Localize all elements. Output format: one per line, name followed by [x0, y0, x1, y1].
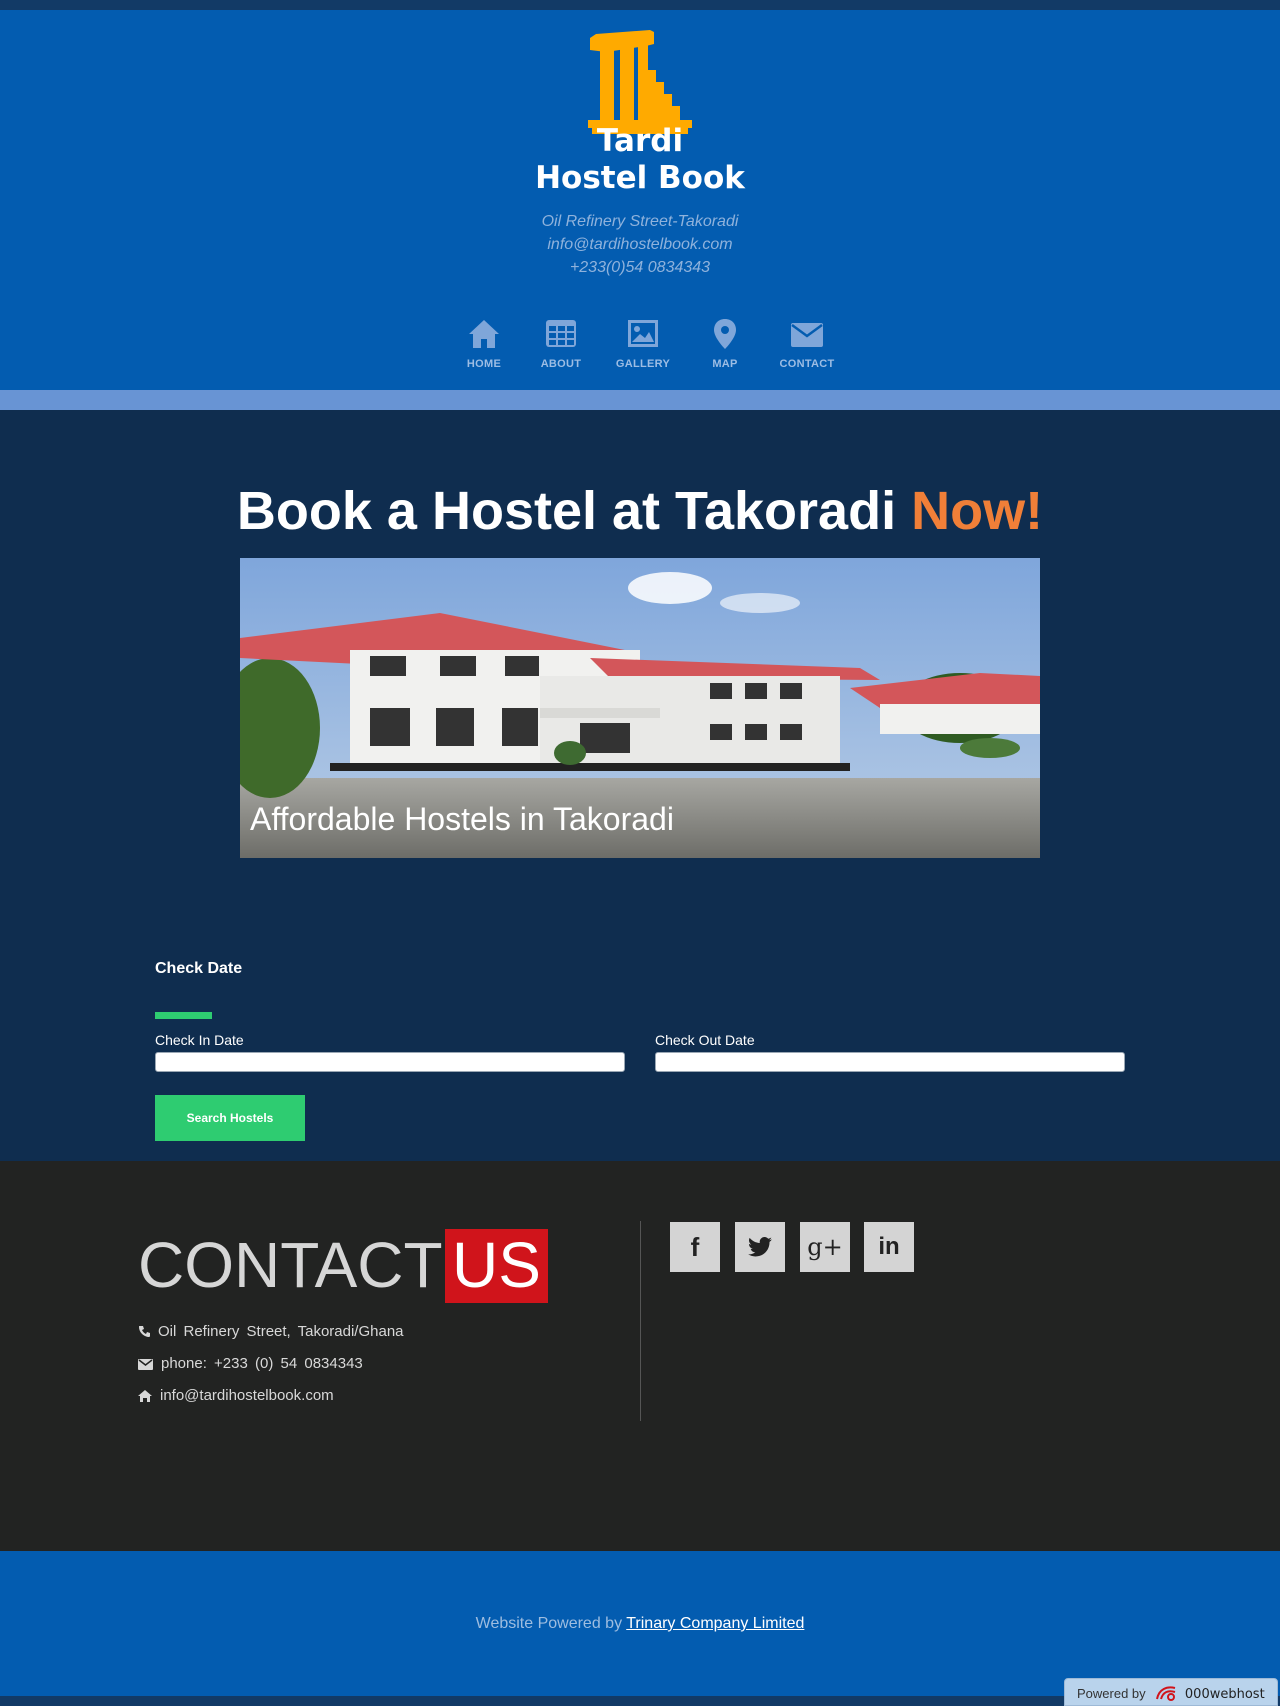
booking-title: Check Date	[155, 960, 243, 977]
badge-brand: 000webhost	[1184, 1687, 1265, 1702]
hero-headline-text: Book a Hostel at Takoradi	[236, 481, 897, 541]
nav-label: MAP	[712, 358, 738, 370]
webhost-logo-icon	[1156, 1686, 1176, 1701]
linkedin-button[interactable]: in	[864, 1222, 914, 1272]
nav-label: HOME	[466, 358, 502, 370]
contact-phone-row: phone: +233 (0) 54 0834343	[138, 1355, 363, 1372]
booking-form: Check Date Check In Date Check Out Date …	[155, 960, 1125, 1141]
nav-label: CONTACT	[779, 358, 835, 370]
header-address: Oil Refinery Street-Takoradi	[541, 213, 739, 230]
check-in-label: Check In Date	[155, 1032, 244, 1048]
twitter-button[interactable]	[735, 1222, 785, 1272]
google-plus-button[interactable]: g+	[800, 1222, 850, 1272]
contact-email-row: info@tardihostelbook.com	[138, 1387, 334, 1404]
hero-headline: Book a Hostel at Takoradi Now!	[0, 480, 1280, 542]
nav-map[interactable]: MAP	[685, 317, 765, 370]
nav-home[interactable]: HOME	[444, 317, 524, 370]
twitter-icon	[748, 1237, 772, 1257]
contact-title-highlight: US	[445, 1229, 548, 1303]
contact-address-row: Oil Refinery Street, Takoradi/Ghana	[138, 1323, 404, 1340]
check-out-date-input[interactable]	[655, 1052, 1125, 1072]
nav-contact[interactable]: CONTACT	[767, 317, 847, 370]
logo-icon	[588, 30, 692, 134]
grid-icon	[546, 320, 576, 347]
contact-phone: phone: +233 (0) 54 0834343	[161, 1355, 363, 1372]
envelope-icon	[791, 323, 823, 347]
contact-address: Oil Refinery Street, Takoradi/Ghana	[158, 1323, 404, 1340]
phone-icon	[139, 1326, 150, 1337]
google-plus-icon: g+	[807, 1233, 843, 1261]
title-underline	[155, 1012, 212, 1019]
facebook-icon: f	[690, 1231, 700, 1262]
webhost-badge[interactable]: Powered by 000webhost	[1064, 1678, 1278, 1706]
contact-section: CONTACT US Oil Refinery Street, Takoradi…	[0, 1161, 1280, 1551]
contact-divider	[640, 1221, 641, 1421]
site-footer: Website Powered by Trinary Company Limit…	[0, 1551, 1280, 1696]
check-in-date-input[interactable]	[155, 1052, 625, 1072]
nav-label: GALLERY	[615, 358, 671, 370]
brand-name-line1: Tardi	[596, 123, 684, 159]
top-strip	[0, 0, 1280, 10]
footer-company-link[interactable]: Trinary Company Limited	[626, 1615, 804, 1632]
contact-title: CONTACT	[138, 1229, 443, 1301]
nav-about[interactable]: ABOUT	[521, 317, 601, 370]
brand-name-line2: Hostel Book	[535, 160, 745, 196]
search-hostels-button[interactable]: Search Hostels	[155, 1095, 305, 1141]
hero-photo: Affordable Hostels in Takoradi	[240, 558, 1040, 858]
main-nav: HOME ABOUT GALLERY MAP CONTACT	[0, 317, 1280, 377]
map-pin-icon	[714, 319, 736, 349]
linkedin-icon: in	[878, 1233, 900, 1260]
header-phone: +233(0)54 0834343	[569, 259, 711, 276]
image-icon	[628, 320, 658, 347]
home-icon	[469, 320, 499, 348]
hero-section: Book a Hostel at Takoradi Now! Affordabl…	[0, 410, 1280, 1160]
check-out-label: Check Out Date	[655, 1032, 755, 1048]
contact-email: info@tardihostelbook.com	[160, 1387, 334, 1404]
hero-headline-accent: Now!	[911, 481, 1044, 541]
badge-prefix: Powered by	[1077, 1686, 1146, 1701]
envelope-icon	[138, 1359, 153, 1370]
nav-label: ABOUT	[540, 358, 582, 370]
footer-text: Website Powered by	[475, 1615, 623, 1632]
header-email: info@tardihostelbook.com	[547, 236, 733, 253]
site-header: Tardi Hostel Book Oil Refinery Street-Ta…	[0, 10, 1280, 390]
nav-gallery[interactable]: GALLERY	[603, 317, 683, 370]
home-icon	[138, 1390, 152, 1402]
facebook-button[interactable]: f	[670, 1222, 720, 1272]
footer-credit: Website Powered by Trinary Company Limit…	[0, 1615, 1280, 1633]
hero-caption: Affordable Hostels in Takoradi	[250, 801, 674, 837]
header-divider-band	[0, 390, 1280, 410]
